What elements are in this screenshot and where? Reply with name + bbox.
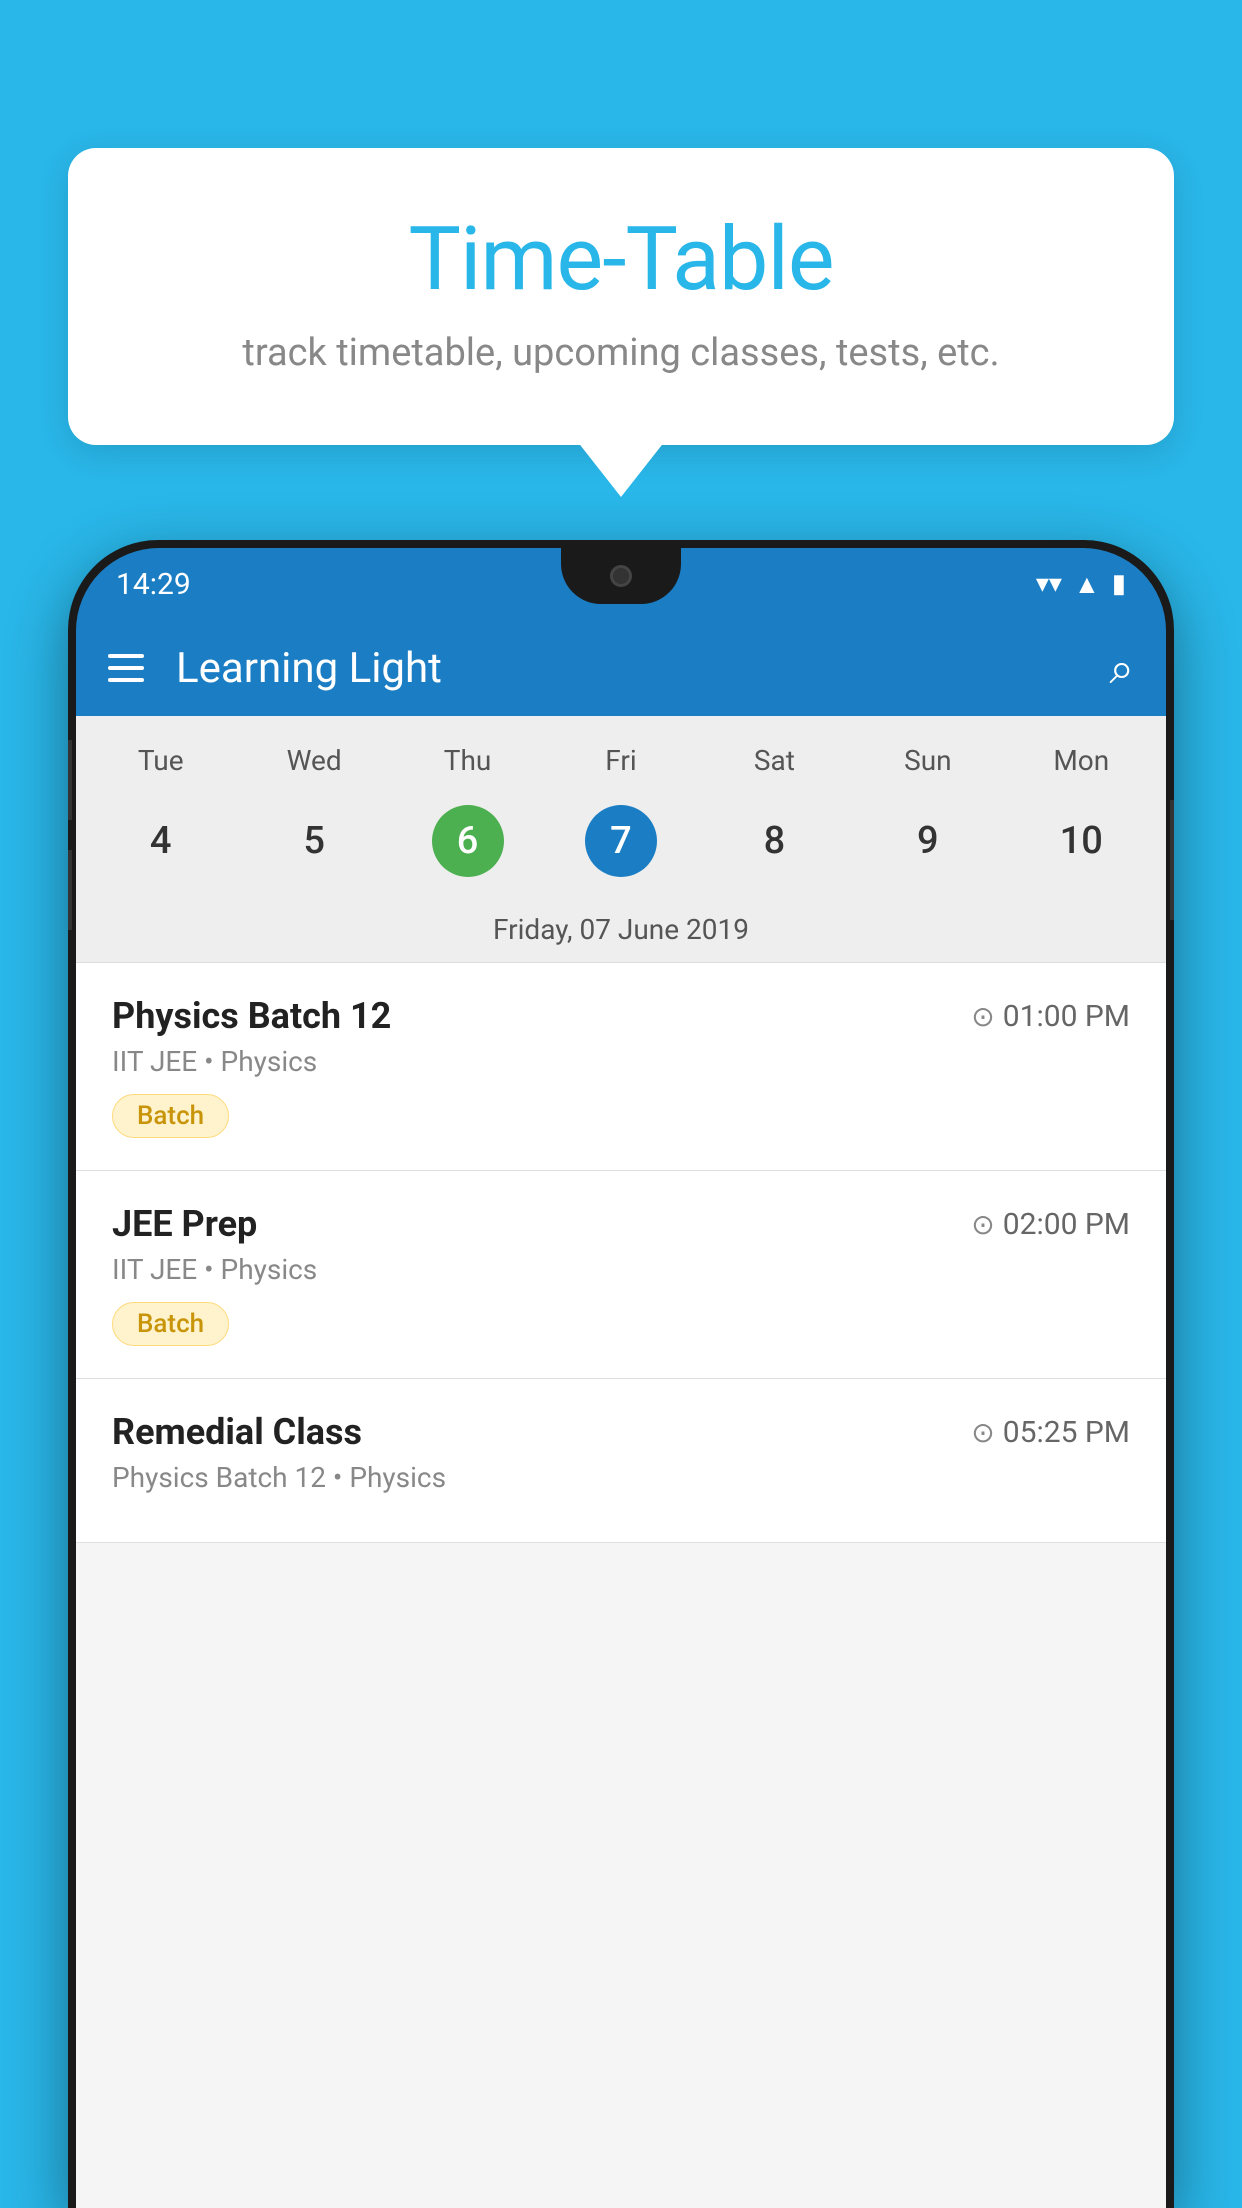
day-7[interactable]: 7 (544, 793, 697, 889)
clock-icon-2: ⊙ (971, 1208, 994, 1241)
day-header-fri: Fri (544, 736, 697, 785)
menu-icon[interactable] (108, 654, 144, 682)
schedule-item-3-time: ⊙ 05:25 PM (971, 1415, 1130, 1450)
phone-frame: 14:29 ▾▾ ▲ ▮ Learning Light ⌕ (68, 540, 1174, 2208)
schedule-item-2[interactable]: JEE Prep ⊙ 02:00 PM IIT JEE • Physics Ba… (76, 1171, 1166, 1379)
day-headers: Tue Wed Thu Fri Sat Sun Mon (76, 736, 1166, 785)
batch-tag-1: Batch (112, 1094, 229, 1138)
schedule-list: Physics Batch 12 ⊙ 01:00 PM IIT JEE • Ph… (76, 963, 1166, 1543)
power-button (1170, 800, 1174, 920)
day-header-mon: Mon (1005, 736, 1158, 785)
day-header-sun: Sun (851, 736, 1004, 785)
signal-icon: ▲ (1074, 569, 1100, 600)
status-bar: 14:29 ▾▾ ▲ ▮ (76, 548, 1166, 620)
schedule-item-1-time: ⊙ 01:00 PM (971, 999, 1130, 1034)
notch (561, 548, 681, 604)
status-time: 14:29 (116, 567, 191, 602)
clock-icon-1: ⊙ (971, 1000, 994, 1033)
app-title: Learning Light (176, 644, 1077, 693)
volume-up-button (68, 740, 72, 820)
search-icon[interactable]: ⌕ (1109, 642, 1134, 694)
schedule-item-3-header: Remedial Class ⊙ 05:25 PM (112, 1411, 1130, 1453)
day-numbers: 4 5 6 7 8 9 10 (76, 785, 1166, 905)
day-5[interactable]: 5 (237, 793, 390, 889)
schedule-item-3-title: Remedial Class (112, 1411, 362, 1453)
day-10[interactable]: 10 (1005, 793, 1158, 889)
day-header-thu: Thu (391, 736, 544, 785)
schedule-item-1-sub: IIT JEE • Physics (112, 1045, 1130, 1078)
schedule-item-1[interactable]: Physics Batch 12 ⊙ 01:00 PM IIT JEE • Ph… (76, 963, 1166, 1171)
day-header-tue: Tue (84, 736, 237, 785)
bubble-title: Time-Table (128, 208, 1114, 311)
volume-down-button (68, 850, 72, 930)
schedule-item-2-header: JEE Prep ⊙ 02:00 PM (112, 1203, 1130, 1245)
schedule-item-3-sub: Physics Batch 12 • Physics (112, 1461, 1130, 1494)
schedule-item-1-title: Physics Batch 12 (112, 995, 391, 1037)
app-bar: Learning Light ⌕ (76, 620, 1166, 716)
clock-icon-3: ⊙ (971, 1416, 994, 1449)
schedule-item-3[interactable]: Remedial Class ⊙ 05:25 PM Physics Batch … (76, 1379, 1166, 1543)
wifi-icon: ▾▾ (1036, 569, 1062, 599)
day-header-wed: Wed (237, 736, 390, 785)
day-header-sat: Sat (698, 736, 851, 785)
phone-screen-area: 14:29 ▾▾ ▲ ▮ Learning Light ⌕ (76, 548, 1166, 2208)
phone-screen: Tue Wed Thu Fri Sat Sun Mon 4 5 6 7 8 9 … (76, 716, 1166, 2208)
battery-icon: ▮ (1112, 569, 1126, 599)
camera (610, 565, 632, 587)
schedule-item-1-header: Physics Batch 12 ⊙ 01:00 PM (112, 995, 1130, 1037)
schedule-item-2-time: ⊙ 02:00 PM (971, 1207, 1130, 1242)
schedule-item-2-title: JEE Prep (112, 1203, 257, 1245)
day-8[interactable]: 8 (698, 793, 851, 889)
bubble-subtitle: track timetable, upcoming classes, tests… (128, 331, 1114, 375)
day-9[interactable]: 9 (851, 793, 1004, 889)
selected-date: Friday, 07 June 2019 (76, 905, 1166, 963)
day-4[interactable]: 4 (84, 793, 237, 889)
calendar-strip: Tue Wed Thu Fri Sat Sun Mon 4 5 6 7 8 9 … (76, 716, 1166, 963)
batch-tag-2: Batch (112, 1302, 229, 1346)
speech-bubble: Time-Table track timetable, upcoming cla… (68, 148, 1174, 445)
day-6[interactable]: 6 (391, 793, 544, 889)
schedule-item-2-sub: IIT JEE • Physics (112, 1253, 1130, 1286)
status-icons: ▾▾ ▲ ▮ (1036, 569, 1126, 600)
